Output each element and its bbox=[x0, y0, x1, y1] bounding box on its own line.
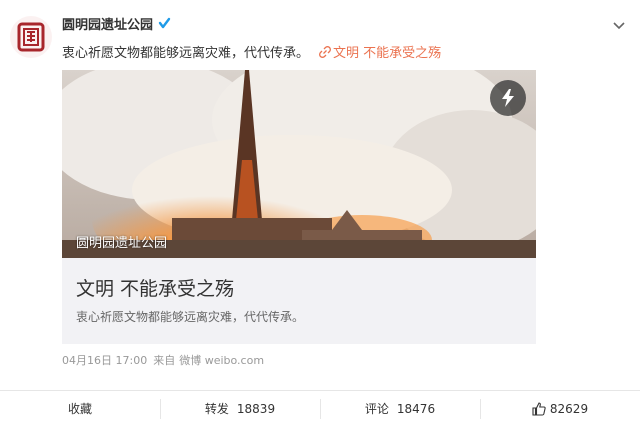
account-name-row: 圆明园遗址公园 bbox=[62, 14, 172, 33]
chevron-down-icon[interactable] bbox=[612, 18, 626, 32]
weibo-post-card: 圆明园遗址公园 衷心祈愿文物都能够远离灾难，代代传承。 文明 不能承受之殇 圆明… bbox=[0, 0, 640, 390]
link-icon bbox=[319, 45, 331, 58]
like-button[interactable]: 82629 bbox=[480, 391, 640, 426]
favorite-label: 收藏 bbox=[67, 402, 92, 416]
post-text: 衷心祈愿文物都能够远离灾难，代代传承。 文明 不能承受之殇 bbox=[62, 42, 441, 61]
comment-button[interactable]: 评论 18476 bbox=[320, 391, 480, 426]
post-body: 衷心祈愿文物都能够远离灾难，代代传承。 bbox=[62, 46, 310, 61]
logo-icon bbox=[17, 22, 45, 52]
article-title: 文明 不能承受之殇 bbox=[76, 278, 235, 300]
post-time[interactable]: 04月16日 17:00 bbox=[62, 354, 147, 367]
photo-watermark: 圆明园遗址公园 bbox=[76, 236, 168, 251]
account-avatar[interactable] bbox=[10, 16, 52, 58]
thumbs-up-icon bbox=[532, 401, 546, 416]
like-count: 82629 bbox=[549, 401, 589, 416]
comment-count: 18476 bbox=[396, 401, 436, 416]
topic-link-label: 文明 不能承受之殇 bbox=[333, 46, 442, 61]
article-card[interactable]: 圆明园遗址公园 文明 不能承受之殇 衷心祈愿文物都能够远离灾难，代代传承。 bbox=[62, 70, 536, 344]
verified-icon bbox=[157, 16, 172, 31]
action-bar: 收藏 转发 18839 评论 18476 82629 bbox=[0, 390, 640, 426]
topic-link[interactable]: 文明 不能承受之殇 bbox=[319, 42, 441, 61]
article-description: 衷心祈愿文物都能够远离灾难，代代传承。 bbox=[76, 310, 305, 324]
post-meta: 04月16日 17:00 来自 微博 weibo.com bbox=[62, 352, 270, 368]
repost-label: 转发 bbox=[204, 402, 229, 416]
repost-count: 18839 bbox=[236, 401, 276, 416]
repost-button[interactable]: 转发 18839 bbox=[160, 391, 320, 426]
source-prefix: 来自 bbox=[153, 354, 176, 367]
comment-label: 评论 bbox=[364, 402, 389, 416]
account-name[interactable]: 圆明园遗址公园 bbox=[62, 14, 153, 33]
favorite-button[interactable]: 收藏 bbox=[0, 391, 160, 426]
article-photo: 圆明园遗址公园 bbox=[62, 70, 536, 258]
post-source[interactable]: 微博 weibo.com bbox=[179, 354, 264, 367]
lightning-icon[interactable] bbox=[490, 80, 526, 116]
